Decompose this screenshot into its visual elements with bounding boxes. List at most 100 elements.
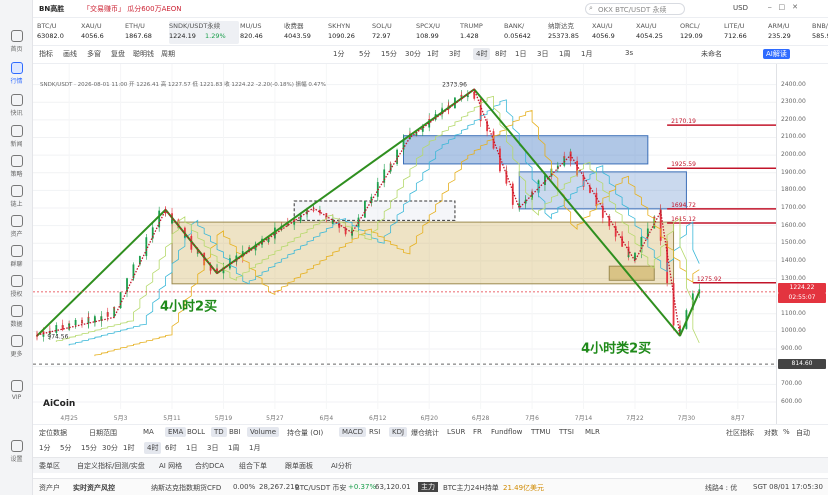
sidebar-item-12[interactable]: 设置 — [0, 440, 33, 463]
ticker-7[interactable]: SOL/U 72.97 — [372, 21, 415, 44]
bottom-right-3[interactable]: 自动 — [796, 428, 810, 438]
sidebar-item-11[interactable]: VIP — [0, 380, 33, 401]
indicator-2[interactable]: BOLL — [187, 428, 205, 436]
price-axis[interactable]: 2400.00 2300.00 2200.00 2100.00 2000.00 1900.… — [776, 64, 828, 424]
candlestick-chart[interactable]: 4月25 5月3 5月11 5月19 5月27 6月4 6月12 6月20 6月28 7月6 7月1… — [33, 64, 828, 424]
toolbar-item-17[interactable]: 1月 — [581, 49, 592, 59]
toolbar-item-0[interactable]: 指标 — [39, 49, 53, 59]
period-10[interactable]: 1月 — [249, 443, 260, 453]
period-1[interactable]: 5分 — [60, 443, 71, 453]
ticker-2[interactable]: ETH/U 1867.68 — [125, 21, 168, 44]
ticker-12[interactable]: XAU/U 4056.9 — [592, 21, 635, 44]
indicator-10[interactable]: 爆仓统计 — [411, 428, 439, 438]
indicator-6[interactable]: 持仓量 (OI) — [287, 428, 323, 438]
indicator-9[interactable]: KDJ — [389, 427, 408, 437]
ticker-17[interactable]: BNB/U 585.90 — [812, 21, 828, 44]
bottom-right-1[interactable]: 对数 — [764, 428, 778, 438]
toolbar-item-10[interactable]: 1时 — [427, 49, 438, 59]
toolbar-item-9[interactable]: 30分 — [405, 49, 421, 59]
ticker-0[interactable]: BTC/U 63082.0 — [37, 21, 80, 44]
bottom-left-0[interactable]: 定位数据 — [39, 428, 67, 438]
indicator-0[interactable]: MA — [143, 428, 154, 436]
ticker-13[interactable]: XAU/U 4054.25 — [636, 21, 679, 44]
indicator-7[interactable]: MACD — [339, 427, 366, 437]
ticker-10[interactable]: BANK/0.05642 — [504, 21, 547, 44]
tab-6[interactable]: AI分析 — [331, 461, 352, 471]
ticker-4[interactable]: MU/US 820.46 — [240, 21, 283, 44]
toolbar-item-4[interactable]: 聪明钱 — [133, 49, 154, 59]
sidebar-item-4[interactable]: 策略 — [0, 155, 33, 178]
period-4[interactable]: 1时 — [123, 443, 134, 453]
ticker-1[interactable]: XAU/U 4056.6 — [81, 21, 124, 44]
tab-5[interactable]: 跟单面板 — [285, 461, 313, 471]
toolbar-item-7[interactable]: 5分 — [359, 49, 370, 59]
sidebar-item-1[interactable]: 行情 — [0, 62, 33, 85]
tab-1[interactable]: 自定义指标/回测/实盘 — [77, 461, 145, 471]
toolbar-item-6[interactable]: 1分 — [333, 49, 344, 59]
tab-3[interactable]: 合约DCA — [195, 461, 224, 471]
sidebar-item-2[interactable]: 快讯 — [0, 94, 33, 117]
sidebar-item-0[interactable]: 首页 — [0, 30, 33, 53]
indicator-8[interactable]: RSI — [369, 428, 380, 436]
promo-banner[interactable]: 「交易赚币」 瓜分600万AEON — [83, 4, 182, 14]
tab-2[interactable]: AI 网格 — [159, 461, 182, 471]
toolbar-right-2[interactable]: AI解读 — [763, 49, 790, 59]
status-line[interactable]: 线路4 : 优 — [705, 483, 737, 493]
bottom-left-1[interactable]: 日期范围 — [89, 428, 117, 438]
toolbar-right-1[interactable]: 未命名 — [701, 49, 722, 59]
period-9[interactable]: 1周 — [228, 443, 239, 453]
toolbar-item-15[interactable]: 3日 — [537, 49, 548, 59]
indicator-14[interactable]: TTMU — [531, 428, 551, 436]
sidebar-item-3[interactable]: 新闻 — [0, 125, 33, 148]
indicator-5[interactable]: Volume — [247, 427, 280, 437]
period-3[interactable]: 30分 — [102, 443, 118, 453]
indicator-15[interactable]: TTSI — [559, 428, 574, 436]
toolbar-item-5[interactable]: 周期 — [161, 49, 175, 59]
period-6[interactable]: 6时 — [165, 443, 176, 453]
tab-4[interactable]: 组合下单 — [239, 461, 267, 471]
period-0[interactable]: 1分 — [39, 443, 50, 453]
sidebar-item-10[interactable]: 更多 — [0, 335, 33, 358]
ticker-6[interactable]: SKHYN 1090.26 — [328, 21, 371, 44]
period-7[interactable]: 1日 — [186, 443, 197, 453]
indicator-16[interactable]: MLR — [585, 428, 600, 436]
window-controls[interactable]: ⎯ □ ✕ — [768, 2, 798, 12]
sidebar-item-7[interactable]: 群聊 — [0, 245, 33, 268]
indicator-3[interactable]: TD — [211, 427, 227, 437]
sidebar-item-9[interactable]: 数据 — [0, 305, 33, 328]
toolbar-item-12[interactable]: 4时 — [473, 48, 491, 60]
period-2[interactable]: 15分 — [81, 443, 97, 453]
chart-area[interactable]: 4月25 5月3 5月11 5月19 5月27 6月4 6月12 6月20 6月28 7月6 7月1… — [33, 64, 828, 424]
indicator-12[interactable]: FR — [473, 428, 482, 436]
currency-select[interactable]: USD — [733, 4, 748, 12]
ticker-14[interactable]: ORCL/129.09 — [680, 21, 723, 44]
search-input[interactable]: OKX BTC/USDT 永续 ⌕ — [585, 3, 685, 15]
bottom-right-2[interactable]: % — [783, 428, 790, 436]
toolbar-item-13[interactable]: 8时 — [495, 49, 506, 59]
indicator-11[interactable]: LSUR — [447, 428, 465, 436]
indicator-1[interactable]: EMA — [165, 427, 187, 437]
toolbar-item-8[interactable]: 15分 — [381, 49, 397, 59]
ticker-15[interactable]: LITE/U 712.66 — [724, 21, 767, 44]
status-risk[interactable]: 实时资产风控 — [73, 483, 115, 493]
ticker-8[interactable]: SPCX/U 108.99 — [416, 21, 459, 44]
toolbar-item-2[interactable]: 多窗 — [87, 49, 101, 59]
indicator-13[interactable]: Fundflow — [491, 428, 522, 436]
toolbar-item-16[interactable]: 1周 — [559, 49, 570, 59]
tab-0[interactable]: 委单区 — [39, 461, 60, 471]
indicator-4[interactable]: BBI — [229, 428, 241, 436]
ticker-9[interactable]: TRUMP 1.428 — [460, 21, 503, 44]
toolbar-item-11[interactable]: 3时 — [449, 49, 460, 59]
ticker-5[interactable]: 收费器 4043.59 — [284, 21, 327, 44]
bottom-right-0[interactable]: 社区指标 — [726, 428, 754, 438]
sidebar-item-5[interactable]: 链上 — [0, 185, 33, 208]
toolbar-item-3[interactable]: 复盘 — [111, 49, 125, 59]
sidebar-item-8[interactable]: 授权 — [0, 275, 33, 298]
status-asset[interactable]: 资产户 — [39, 483, 60, 493]
toolbar-item-14[interactable]: 1日 — [515, 49, 526, 59]
period-5[interactable]: 4时 — [144, 442, 162, 454]
toolbar-item-1[interactable]: 画线 — [63, 49, 77, 59]
ticker-3[interactable]: SNDK/USDT永续 1224.19 1.29% — [169, 21, 239, 44]
toolbar-right-0[interactable]: 3s — [625, 49, 633, 57]
period-8[interactable]: 3日 — [207, 443, 218, 453]
